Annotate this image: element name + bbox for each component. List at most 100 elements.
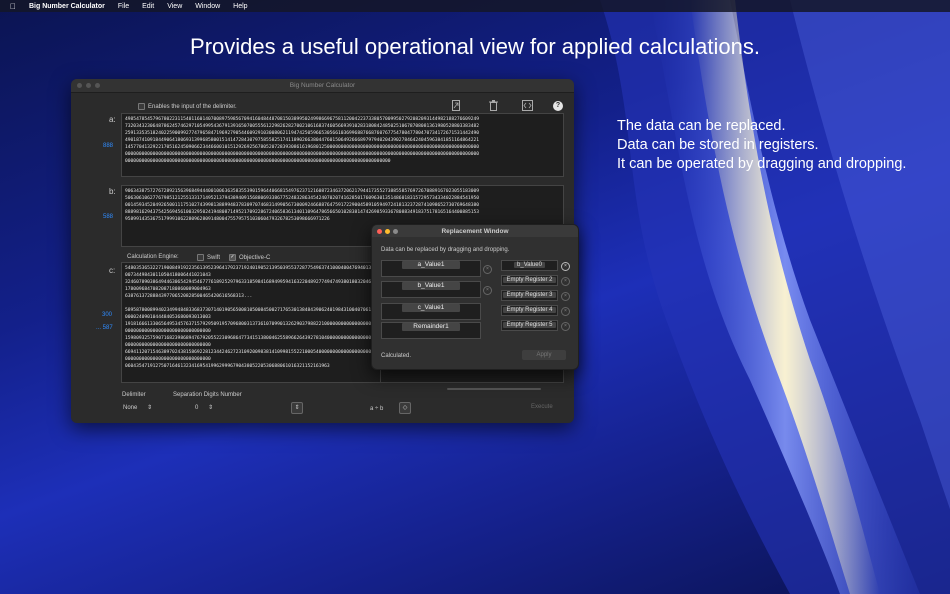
diamond-arrows-icon: ◇ (402, 405, 408, 411)
register-c-count-top: 300 (102, 312, 113, 318)
feature-text: The data can be replaced. Data can be st… (617, 117, 906, 174)
replacement-description: Data can be replaced by dragging and dro… (381, 247, 510, 253)
register-c-label: c: (109, 266, 116, 275)
register-b-line: 9063438757276728921563968494440010063635… (125, 189, 480, 194)
register-a-line: 2591335351824022590099277479658471969279… (125, 131, 480, 136)
clear-icon[interactable]: × (483, 286, 492, 295)
delimiter-value: None (123, 405, 138, 411)
menu-help[interactable]: Help (233, 3, 247, 10)
clear-icon[interactable]: × (561, 307, 570, 316)
arrow-updown-icon: ⇕ (294, 405, 300, 411)
register-1[interactable]: b_Value0 (501, 260, 558, 271)
register-b-line: 0014593452049265001117510274399813889948… (125, 203, 480, 208)
main-titlebar: Big Number Calculator (71, 79, 574, 93)
register-a-line: 1457704132922170516245090662344660010151… (125, 145, 480, 150)
apply-button[interactable]: Apply (522, 350, 566, 360)
source-remainder-value[interactable]: Remainder1 (381, 322, 481, 339)
menu-file[interactable]: File (118, 3, 129, 10)
pin-icon[interactable] (452, 100, 460, 113)
help-icon[interactable]: ? (553, 101, 563, 111)
register-b-line: 8889816294375425694561003295024194808714… (125, 210, 480, 215)
source-remainder-label: Remainder1 (401, 323, 461, 331)
engine-label: Calculation Engine: (127, 254, 179, 260)
menu-view[interactable]: View (167, 3, 182, 10)
trash-icon[interactable] (489, 100, 498, 113)
menu-bar:  Big Number Calculator File Edit View W… (0, 0, 950, 12)
register-c-line: 0604354719127507164613234169541996299967… (125, 364, 330, 369)
register-4-label: Empty Register 4 (503, 307, 556, 313)
register-a-label: a: (109, 115, 116, 124)
register-c-count-bottom: ... 587 (96, 325, 113, 331)
register-b-count: 588 (103, 214, 114, 220)
replacement-window: Replacement Window Data can be replaced … (371, 224, 579, 370)
register-a-line: 0000000000000000000000000000000000000000… (125, 159, 391, 164)
separation-label: Separation Digits Number (173, 392, 242, 398)
menu-window[interactable]: Window (195, 3, 220, 10)
replacement-status: Calculated. (381, 353, 412, 359)
register-3-label: Empty Register 3 (503, 292, 556, 298)
clear-icon[interactable]: × (483, 265, 492, 274)
engine-swift-label: Swift (207, 255, 221, 262)
engine-objc-label: Objective-C (239, 255, 271, 262)
operation-label: a ÷ b (370, 406, 384, 412)
wallpaper-wave (560, 0, 950, 594)
headline: Provides a useful operational view for a… (190, 34, 760, 59)
feature-line: It can be operated by dragging and dropp… (617, 156, 907, 172)
source-a-value[interactable]: a_Value1 (381, 260, 481, 277)
window-title: Big Number Calculator (289, 82, 356, 89)
clear-icon[interactable]: × (561, 277, 570, 286)
operation-selector-button[interactable]: ◇ (399, 402, 411, 414)
engine-swift-checkbox[interactable]: Swift (197, 254, 220, 261)
engine-objc-checkbox[interactable]: ✓ Objective-C (229, 254, 270, 261)
register-c-line: 6387613728884397706520828500465420616568… (125, 294, 253, 299)
execute-button[interactable]: Execute (531, 404, 553, 410)
clear-icon[interactable]: × (561, 292, 570, 301)
chevron-updown-icon: ⇕ (208, 405, 214, 411)
register-b-line: 9589914353675179991062280962809148004755… (125, 217, 330, 222)
register-5[interactable]: Empty Register 5 (501, 320, 558, 331)
register-a-text[interactable]: 4985478545796780223115401160140700897598… (121, 113, 564, 177)
enable-delimiter-label: Enables the input of the delimiter. (148, 104, 237, 111)
register-c-line: 5480353653227190084919223561395239641792… (125, 266, 377, 278)
register-a-line: 4985478545796780223115401160140700897598… (125, 117, 480, 122)
code-icon[interactable] (522, 100, 533, 113)
separation-stepper[interactable]: 0 ⇕ (195, 404, 213, 411)
apple-icon[interactable]:  (10, 2, 16, 11)
source-c-label: c_Value1 (401, 304, 461, 312)
register-2-label: Empty Register 2 (503, 277, 556, 283)
feature-line: The data can be replaced. (617, 118, 786, 134)
register-a-line: 4901874109184490641806931399685800151414… (125, 138, 480, 143)
register-1-label: b_Value0 (514, 262, 545, 268)
source-b-value[interactable]: b_Value1 (381, 281, 481, 298)
separation-value: 0 (195, 405, 199, 411)
menu-edit[interactable]: Edit (142, 3, 154, 10)
menu-app-name[interactable]: Big Number Calculator (29, 3, 105, 10)
source-a-label: a_Value1 (401, 261, 461, 269)
delimiter-label: Delimiter (122, 392, 146, 398)
replacement-title: Replacement Window (441, 227, 509, 235)
enable-delimiter-checkbox[interactable]: Enables the input of the delimiter. (138, 103, 237, 110)
feature-line: Data can be stored in registers. (617, 137, 819, 153)
progress-bar (447, 388, 541, 390)
register-4[interactable]: Empty Register 4 (501, 305, 558, 316)
source-c-value[interactable]: c_Value1 (381, 303, 481, 320)
register-c-text[interactable]: 5480353653227190084919223561395239641792… (121, 262, 381, 383)
replacement-titlebar: Replacement Window (372, 225, 578, 237)
register-b-line: 5063061062776798512125513317149521379438… (125, 196, 480, 201)
chevron-updown-icon: ⇕ (147, 405, 153, 411)
clear-icon[interactable]: × (561, 322, 570, 331)
register-c-line: 1598093257590716823986894767920552230968… (125, 336, 377, 348)
register-c-line: 1918166613306564953457637157929509195709… (125, 322, 377, 334)
register-a-line: 0000000000000000000000000000000000000000… (125, 152, 480, 157)
register-c-line: 5895878008994023499484833683730714019056… (125, 308, 377, 320)
register-2[interactable]: Empty Register 2 (501, 275, 558, 286)
register-c-line: 6694112071546389702438158692281234424627… (125, 350, 377, 362)
clear-icon[interactable]: × (561, 262, 570, 271)
register-3[interactable]: Empty Register 3 (501, 290, 558, 301)
register-c-line: 3246078903864944630654294546777618925297… (125, 280, 377, 292)
register-a-count: 888 (103, 143, 114, 149)
source-b-label: b_Value1 (401, 282, 461, 290)
register-a-line: 7320343230648786245746297105499543679139… (125, 124, 480, 129)
swap-up-down-button[interactable]: ⇕ (291, 402, 303, 414)
delimiter-popup[interactable]: None ⇕ (123, 404, 152, 411)
